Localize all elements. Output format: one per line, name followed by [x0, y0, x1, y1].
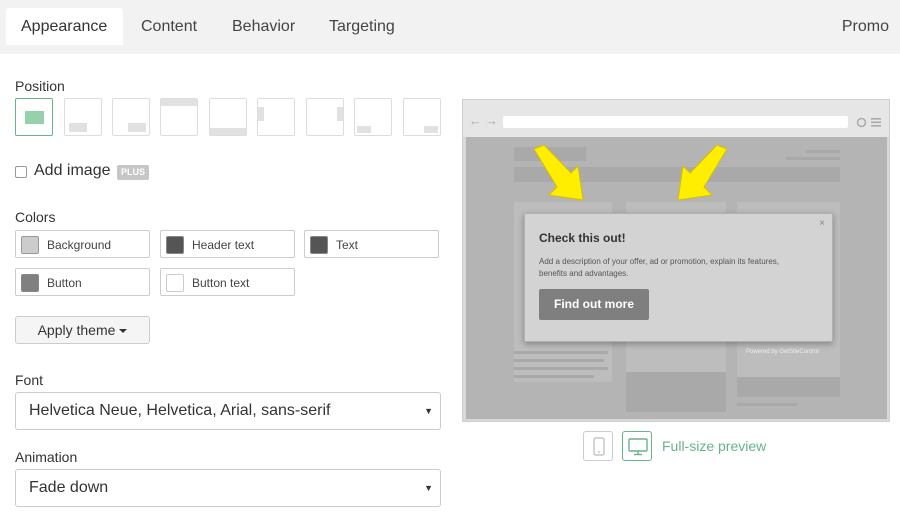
desktop-icon	[628, 438, 648, 456]
font-select[interactable]: Helvetica Neue, Helvetica, Arial, sans-s…	[15, 392, 441, 430]
popup-description: Add a description of your offer, ad or p…	[539, 257, 779, 278]
dropdown-arrow-icon: ▼	[424, 483, 433, 493]
position-option-center[interactable]	[15, 98, 53, 136]
color-field-label: Text	[336, 238, 359, 252]
position-option-right-side[interactable]	[306, 98, 344, 136]
position-right-side-icon	[337, 107, 343, 121]
caret-down-icon	[119, 329, 128, 334]
color-swatch	[166, 236, 184, 254]
animation-select[interactable]: Fade down ▼	[15, 469, 441, 507]
mock-block	[737, 377, 840, 397]
color-field-button[interactable]: Button	[15, 268, 150, 296]
position-label: Position	[15, 78, 65, 94]
tab-content[interactable]: Content	[126, 8, 212, 45]
mock-line	[514, 359, 604, 362]
color-field-button-text[interactable]: Button text	[160, 268, 295, 296]
close-icon[interactable]: ×	[819, 218, 825, 229]
position-bottom-right-icon	[128, 123, 146, 132]
tab-appearance[interactable]: Appearance	[6, 8, 123, 45]
animation-label: Animation	[15, 449, 78, 465]
color-swatch	[21, 236, 39, 254]
menu-icon	[871, 118, 881, 127]
color-field-text[interactable]: Text	[304, 230, 439, 258]
popup-title: Check this out!	[539, 231, 626, 245]
position-corner-bottom-right-icon	[424, 126, 438, 133]
browser-toolbar: ← →	[463, 100, 889, 137]
mobile-preview-button[interactable]	[583, 431, 613, 461]
position-option-bottom-bar[interactable]	[209, 98, 247, 136]
position-bottom-left-icon	[69, 123, 87, 132]
animation-select-value: Fade down	[29, 479, 109, 496]
mock-line	[514, 367, 608, 370]
add-image-checkbox[interactable]	[15, 166, 27, 178]
color-field-label: Header text	[192, 238, 255, 252]
full-size-preview-link[interactable]: Full-size preview	[662, 438, 766, 454]
tab-behavior[interactable]: Behavior	[217, 8, 310, 45]
forward-arrow-icon: →	[485, 113, 498, 128]
color-swatch	[310, 236, 328, 254]
reload-icon	[856, 117, 867, 128]
annotation-arrow-icon	[533, 145, 584, 201]
address-bar	[503, 116, 848, 128]
powered-by-label: Powered by GetSiteControl	[746, 349, 819, 355]
mock-line	[806, 150, 840, 153]
promo-label[interactable]: Promo	[842, 8, 889, 45]
color-field-label: Button text	[192, 276, 250, 290]
mock-line	[514, 351, 608, 354]
position-option-corner-bottom-left[interactable]	[354, 98, 392, 136]
color-field-header-text[interactable]: Header text	[160, 230, 295, 258]
position-option-top-bar[interactable]	[160, 98, 198, 136]
position-option-bottom-right[interactable]	[112, 98, 150, 136]
position-center-icon	[25, 111, 44, 124]
color-swatch	[21, 274, 39, 292]
apply-theme-label: Apply theme	[37, 322, 116, 338]
back-arrow-icon: ←	[469, 113, 482, 128]
color-swatch	[166, 274, 184, 292]
color-field-background[interactable]: Background	[15, 230, 150, 258]
preview-pane: ← → × Check this out! Add a description …	[462, 99, 890, 422]
apply-theme-button[interactable]: Apply theme	[15, 316, 150, 344]
mock-image	[626, 372, 726, 412]
position-option-bottom-left[interactable]	[64, 98, 102, 136]
popup-cta-button[interactable]: Find out more	[539, 289, 649, 320]
mobile-icon	[593, 437, 605, 456]
position-corner-bottom-left-icon	[357, 126, 371, 133]
add-image-label[interactable]: Add image	[34, 162, 111, 180]
position-option-corner-bottom-right[interactable]	[403, 98, 441, 136]
position-left-side-icon	[258, 107, 264, 121]
popup-preview: × Check this out! Add a description of y…	[524, 213, 833, 342]
site-mockup: × Check this out! Add a description of y…	[466, 137, 887, 419]
font-select-value: Helvetica Neue, Helvetica, Arial, sans-s…	[29, 402, 331, 419]
position-top-bar-icon	[161, 99, 197, 106]
font-label: Font	[15, 372, 44, 388]
plus-badge: PLUS	[117, 165, 150, 180]
position-bottom-bar-icon	[210, 128, 246, 135]
annotation-arrow-icon	[677, 145, 728, 201]
dropdown-arrow-icon: ▼	[424, 406, 433, 416]
mock-line	[514, 375, 594, 378]
color-field-label: Background	[47, 238, 112, 252]
position-option-left-side[interactable]	[257, 98, 295, 136]
tab-targeting[interactable]: Targeting	[314, 8, 410, 45]
mock-line	[786, 157, 840, 160]
mock-line	[737, 403, 797, 406]
desktop-preview-button[interactable]	[622, 431, 652, 461]
tab-bar: Appearance Content Behavior Targeting Pr…	[0, 0, 900, 54]
color-field-label: Button	[47, 276, 82, 290]
colors-label: Colors	[15, 209, 56, 225]
